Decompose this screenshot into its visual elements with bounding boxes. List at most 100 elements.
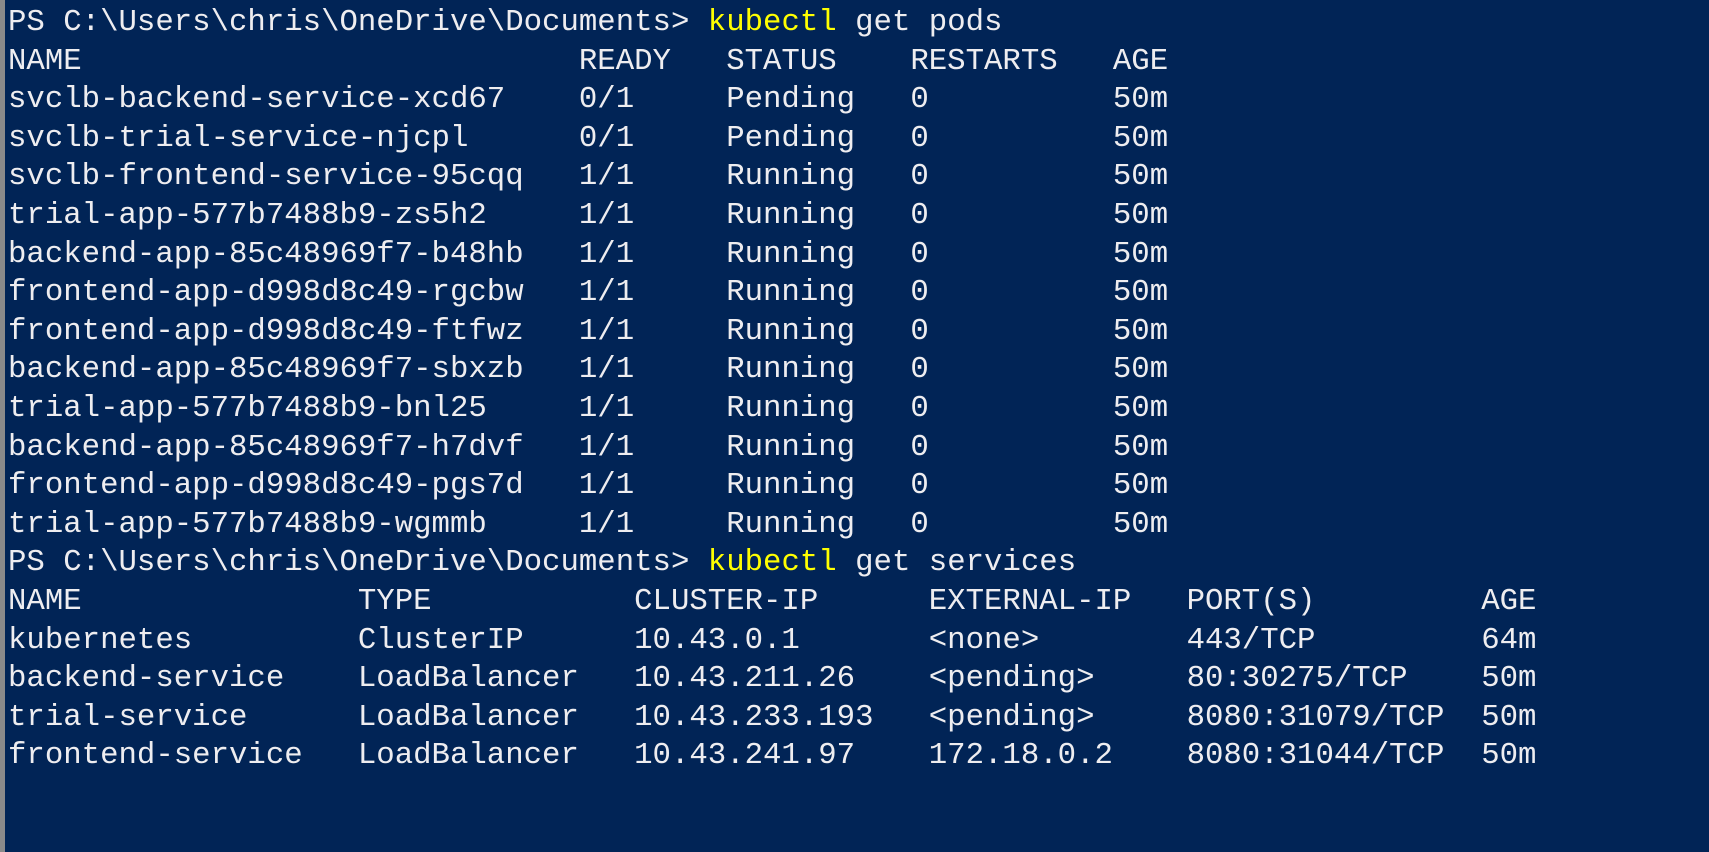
- services-name: backend-service: [8, 661, 285, 697]
- pods-ready: 1/1: [578, 468, 635, 504]
- pods-ready: 1/1: [578, 159, 635, 195]
- pods-name: svclb-trial-service-njcpl: [8, 120, 469, 156]
- pods-restarts: RESTARTS: [910, 43, 1058, 79]
- pods-row: trial-app-577b7488b9-bnl25 1/1 Running 0 50m: [8, 390, 1536, 429]
- pods-restarts: 0: [910, 275, 929, 311]
- pods-restarts: 0: [910, 313, 929, 349]
- command-name: kubectl: [707, 5, 837, 40]
- services-row: frontend-service LoadBalancer 10.43.241.97…: [8, 737, 1536, 776]
- pods-name: svclb-frontend-service-95cqq: [8, 159, 524, 195]
- pods-status: Running: [726, 352, 856, 388]
- pods-status: STATUS: [726, 43, 837, 79]
- services-row: kubernetes ClusterIP 10.43.0.1 <none> 443/TC…: [8, 622, 1536, 661]
- pods-status: Running: [726, 197, 856, 233]
- pods-row: backend-app-85c48969f7-h7dvf 1/1 Running 0 5…: [8, 429, 1536, 468]
- services-port-s: PORT(S): [1186, 583, 1316, 619]
- services-header-row: NAME TYPE CLUSTER-IP EXTERNAL-IP PORT(S) AGE: [8, 583, 1536, 622]
- pods-row: trial-app-577b7488b9-zs5h2 1/1 Running 0 50m: [8, 197, 1536, 236]
- pods-status: Running: [726, 313, 856, 349]
- pods-name: backend-app-85c48969f7-b48hb: [8, 236, 524, 272]
- pods-row: frontend-app-d998d8c49-ftfwz 1/1 Running 0 5…: [8, 313, 1536, 352]
- pods-ready: 1/1: [578, 275, 635, 311]
- pods-status: Running: [726, 275, 856, 311]
- pods-name: frontend-app-d998d8c49-pgs7d: [8, 468, 524, 504]
- pods-age: 50m: [1112, 197, 1169, 233]
- pods-ready: 1/1: [578, 236, 635, 272]
- pods-row: svclb-frontend-service-95cqq 1/1 Running 0 5…: [8, 158, 1536, 197]
- command-args: get services: [836, 545, 1077, 581]
- services-port-s: 8080:31079/TCP: [1186, 699, 1445, 735]
- pods-name: trial-app-577b7488b9-zs5h2: [8, 197, 487, 233]
- prompt-path: PS C:\Users\chris\OneDrive\Documents>: [8, 545, 708, 581]
- pods-status: Pending: [726, 120, 856, 156]
- pods-ready: 1/1: [578, 390, 635, 426]
- pods-ready: READY: [578, 43, 671, 79]
- pods-age: 50m: [1112, 429, 1169, 465]
- window-left-border: [0, 0, 5, 852]
- services-name: frontend-service: [8, 738, 303, 774]
- pods-ready: 1/1: [578, 506, 635, 542]
- pods-ready: 1/1: [578, 197, 635, 233]
- services-row: backend-service LoadBalancer 10.43.211.26 <…: [8, 660, 1536, 699]
- services-type: LoadBalancer: [357, 738, 579, 774]
- pods-status: Running: [726, 236, 856, 272]
- pods-ready: 1/1: [578, 352, 635, 388]
- pods-restarts: 0: [910, 352, 929, 388]
- services-port-s: 8080:31044/TCP: [1186, 738, 1445, 774]
- pods-age: 50m: [1112, 120, 1169, 156]
- pods-age: 50m: [1112, 390, 1169, 426]
- pods-row: frontend-app-d998d8c49-pgs7d 1/1 Running 0 5…: [8, 467, 1536, 506]
- services-external-ip: 172.18.0.2: [928, 738, 1113, 774]
- pods-restarts: 0: [910, 468, 929, 504]
- powershell-terminal[interactable]: PS C:\Users\chris\OneDrive\Documents> ku…: [8, 4, 1536, 776]
- pods-age: 50m: [1112, 313, 1169, 349]
- pods-restarts: 0: [910, 390, 929, 426]
- services-age: 50m: [1481, 738, 1537, 774]
- pods-name: trial-app-577b7488b9-wgmmb: [8, 506, 487, 542]
- services-external-ip: <pending>: [928, 661, 1095, 697]
- services-row: trial-service LoadBalancer 10.43.233.193 <p…: [8, 699, 1536, 738]
- prompt-line: PS C:\Users\chris\OneDrive\Documents> ku…: [8, 4, 1536, 43]
- pods-name: svclb-backend-service-xcd67: [8, 82, 506, 118]
- pods-row: backend-app-85c48969f7-sbxzb 1/1 Running 0 5…: [8, 351, 1536, 390]
- pods-status: Running: [726, 468, 856, 504]
- prompt-line: PS C:\Users\chris\OneDrive\Documents> ku…: [8, 544, 1536, 583]
- pods-age: AGE: [1112, 43, 1169, 79]
- services-name: NAME: [8, 583, 82, 619]
- pods-name: backend-app-85c48969f7-sbxzb: [8, 352, 524, 388]
- pods-ready: 1/1: [578, 313, 635, 349]
- services-external-ip: EXTERNAL-IP: [928, 583, 1132, 619]
- pods-name: frontend-app-d998d8c49-ftfwz: [8, 313, 524, 349]
- services-name: trial-service: [8, 699, 248, 735]
- pods-restarts: 0: [910, 506, 929, 542]
- pods-header-row: NAME READY STATUS RESTARTS AGE: [8, 43, 1536, 82]
- pods-restarts: 0: [910, 82, 929, 118]
- services-age: 50m: [1481, 661, 1537, 697]
- pods-age: 50m: [1112, 236, 1169, 272]
- pods-age: 50m: [1112, 468, 1169, 504]
- pods-row: backend-app-85c48969f7-b48hb 1/1 Running 0 5…: [8, 236, 1536, 275]
- pods-restarts: 0: [910, 120, 929, 156]
- pods-ready: 0/1: [578, 82, 635, 118]
- pods-name: frontend-app-d998d8c49-rgcbw: [8, 275, 524, 311]
- prompt-path: PS C:\Users\chris\OneDrive\Documents>: [8, 5, 708, 40]
- pods-row: svclb-backend-service-xcd67 0/1 Pending 0 50…: [8, 81, 1536, 120]
- pods-restarts: 0: [910, 429, 929, 465]
- services-cluster-ip: 10.43.211.26: [634, 661, 856, 697]
- pods-restarts: 0: [910, 159, 929, 195]
- pods-name: trial-app-577b7488b9-bnl25: [8, 390, 487, 426]
- pods-name: backend-app-85c48969f7-h7dvf: [8, 429, 524, 465]
- services-cluster-ip: CLUSTER-IP: [634, 583, 819, 619]
- services-external-ip: <pending>: [928, 699, 1095, 735]
- pods-status: Running: [726, 506, 856, 542]
- services-port-s: 80:30275/TCP: [1186, 661, 1408, 697]
- services-cluster-ip: 10.43.0.1: [634, 622, 800, 658]
- pods-age: 50m: [1112, 159, 1169, 195]
- command-name: kubectl: [707, 545, 837, 581]
- services-name: kubernetes: [8, 622, 193, 658]
- services-external-ip: <none>: [928, 622, 1040, 658]
- pods-name: NAME: [8, 43, 82, 79]
- pods-ready: 1/1: [578, 429, 635, 465]
- pods-status: Running: [726, 390, 856, 426]
- pods-status: Running: [726, 159, 856, 195]
